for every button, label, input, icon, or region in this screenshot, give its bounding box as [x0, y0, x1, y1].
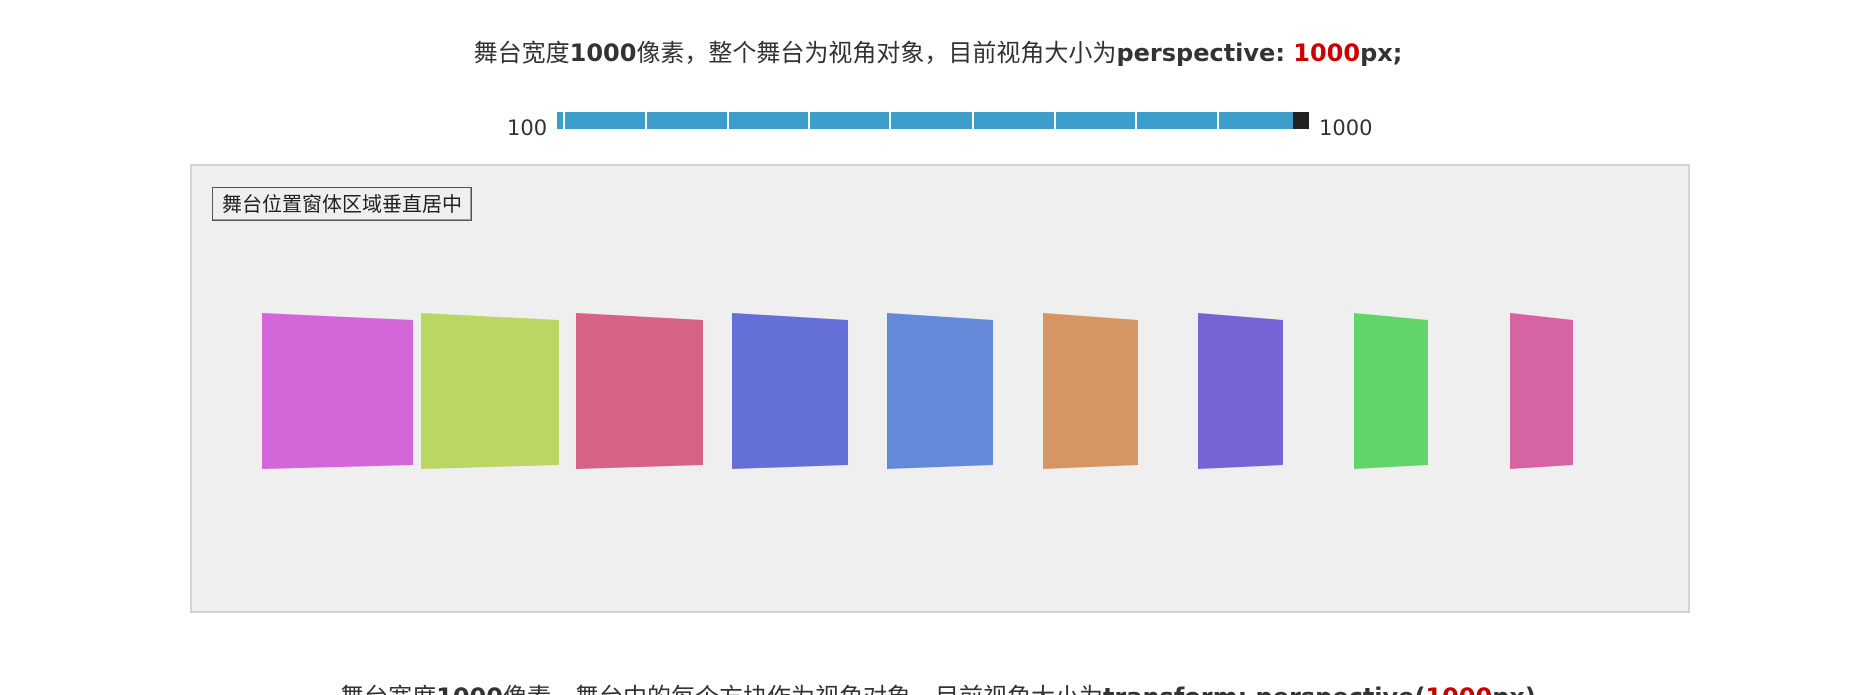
slider-tick	[645, 112, 647, 129]
perspective-panel	[1354, 313, 1428, 469]
caption-perspective-value: 1000	[1425, 683, 1492, 695]
perspective-panel	[732, 313, 848, 469]
slider-track[interactable]	[557, 112, 1293, 129]
perspective-panel	[887, 313, 993, 469]
perspective-panel	[1198, 313, 1283, 469]
slider-tick	[727, 112, 729, 129]
slider-tick	[1217, 112, 1219, 129]
stage-perspective-caption: 舞台宽度1000像素，整个舞台为视角对象，目前视角大小为perspective:…	[0, 38, 1876, 68]
center-stage-button[interactable]: 舞台位置窗体区域垂直居中	[212, 187, 472, 221]
slider-tick	[1135, 112, 1137, 129]
perspective-panel	[262, 313, 413, 469]
caption-text-1: 舞台宽度	[473, 39, 570, 67]
panel-perspective-caption: 舞台宽度1000像素，舞台中的每个方块作为视角对象，目前视角大小为transfo…	[0, 682, 1876, 695]
stage-area: 舞台位置窗体区域垂直居中	[190, 164, 1690, 613]
caption-perspective-value: 1000	[1293, 39, 1361, 67]
slider-tick	[889, 112, 891, 129]
perspective-slider: 100 1000	[0, 108, 1876, 144]
slider-handle[interactable]	[1293, 112, 1309, 129]
caption-text-2: 像素，整个舞台为视角对象，目前视角大小为	[636, 39, 1117, 67]
slider-tick	[972, 112, 974, 129]
caption-text-1: 舞台宽度	[340, 683, 436, 695]
caption-suffix: px)	[1492, 683, 1536, 695]
perspective-panel	[1510, 313, 1573, 469]
slider-tick	[563, 112, 565, 129]
caption-width-value: 1000	[569, 39, 637, 67]
perspective-panel	[421, 313, 559, 469]
caption-suffix: px;	[1360, 39, 1403, 67]
slider-tick	[808, 112, 810, 129]
page: 舞台宽度1000像素，整个舞台为视角对象，目前视角大小为perspective:…	[0, 0, 1876, 695]
slider-max-label: 1000	[1319, 116, 1373, 140]
slider-tick	[1054, 112, 1056, 129]
caption-property: perspective:	[1116, 39, 1294, 67]
slider-min-label: 100	[507, 116, 548, 140]
perspective-panel	[576, 313, 703, 469]
caption-text-2: 像素，舞台中的每个方块作为视角对象，目前视角大小为	[503, 683, 1103, 695]
caption-property: transform: perspective(	[1103, 683, 1425, 695]
panels-canvas	[262, 313, 1573, 469]
perspective-panel	[1043, 313, 1138, 469]
caption-width-value: 1000	[436, 683, 503, 695]
